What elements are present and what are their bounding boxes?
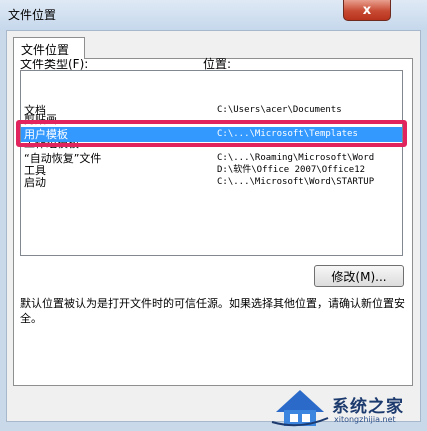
watermark-url: xitongzhijia.net	[334, 415, 396, 424]
window-title: 文件位置	[8, 8, 57, 22]
list-item-type: 用户模板	[24, 128, 68, 141]
house-icon	[271, 390, 329, 427]
description-text: 默认位置被认为是打开文件时的可信任源。如果选择其他位置，请确认新位置安全。	[20, 297, 405, 325]
watermark-logo: 系统之家 xitongzhijia.net	[270, 382, 427, 428]
modify-button[interactable]: 修改(M)...	[314, 265, 404, 287]
tab-file-locations[interactable]: 文件位置	[13, 37, 85, 59]
list-item-type: 启动	[24, 176, 46, 189]
list-item-selected[interactable]: 用户模板 C:\...\Microsoft\Templates	[21, 127, 402, 142]
list-item-type: 剪贴画	[24, 113, 57, 126]
watermark-text: 系统之家	[332, 397, 404, 417]
close-icon: x	[362, 2, 372, 18]
list-item[interactable]: 启动 C:\...\Microsoft\Word\STARTUP	[21, 176, 402, 189]
list-item-location: C:\...\Microsoft\Word\STARTUP	[217, 177, 375, 187]
list-item-location: C:\...\Microsoft\Templates	[217, 129, 358, 139]
close-button[interactable]: x	[343, 0, 391, 21]
list-item[interactable]: 剪贴画	[21, 113, 402, 126]
file-locations-list[interactable]: 文档 C:\Users\acer\Documents 剪贴画 工作组模板 用户模…	[20, 70, 403, 256]
title-bar: 文件位置 x	[0, 0, 427, 30]
